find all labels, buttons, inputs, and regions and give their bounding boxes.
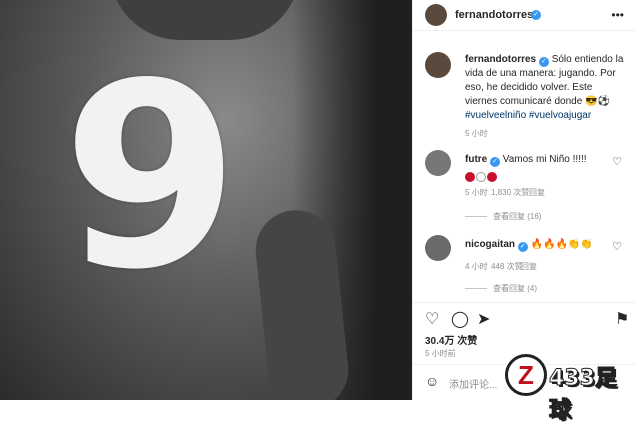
- caption-username[interactable]: fernandotorres: [465, 54, 536, 65]
- post-photo[interactable]: 9: [0, 0, 412, 400]
- emoji-icon[interactable]: ☺: [425, 373, 439, 389]
- view-replies-text: 查看回复 (16): [493, 212, 542, 221]
- comment-text: 🔥🔥🔥👏👏: [530, 239, 593, 250]
- bookmark-icon[interactable]: ⚑: [615, 309, 629, 329]
- replies-line: [465, 288, 487, 290]
- post-time: 5 小时前: [425, 349, 456, 358]
- caption-hashtags[interactable]: #vuelveelniño #vuelvoajugar: [465, 110, 591, 121]
- verified-icon: ✓: [531, 10, 541, 20]
- caption: fernandotorres ✓ Sólo entiendo la vida d…: [465, 53, 625, 123]
- comment-avatar-nicogaitan[interactable]: [425, 235, 451, 261]
- view-replies-link[interactable]: 查看回复 (4): [465, 283, 537, 294]
- comment-nicogaitan: nicogaitan ✓ 🔥🔥🔥👏👏: [465, 238, 605, 252]
- comment-futre: futre ✓ Vamos mi Niño !!!!!: [465, 153, 605, 167]
- comment-likes[interactable]: 1,830 次赞: [491, 187, 529, 198]
- comment-reply-link[interactable]: 回复: [521, 261, 537, 272]
- comment-verified-icon: ✓: [490, 157, 501, 167]
- header-username[interactable]: fernandotorres: [455, 9, 533, 21]
- caption-avatar[interactable]: [425, 52, 451, 78]
- more-options-icon[interactable]: •••: [611, 8, 624, 22]
- watermark-brand: 433足球: [549, 366, 618, 424]
- comment-verified-icon: ✓: [517, 242, 528, 252]
- header-divider: [413, 30, 636, 31]
- comment-bubble-icon[interactable]: ◯: [451, 309, 469, 329]
- comment-text: Vamos mi Niño !!!!!: [502, 154, 587, 165]
- comment-reply-link[interactable]: 回复: [529, 187, 545, 198]
- header-avatar[interactable]: [425, 4, 447, 26]
- comment-likes[interactable]: 448 次赞: [491, 261, 523, 272]
- like-count[interactable]: 30.4万 次赞: [425, 332, 477, 347]
- red-circle-icon: [465, 171, 475, 182]
- comment-time: 5 小时: [465, 188, 488, 197]
- red-circle-icon: [487, 171, 497, 182]
- comment-input[interactable]: 添加评论...: [449, 376, 497, 391]
- comment-like-icon[interactable]: ♡: [612, 155, 622, 168]
- comment-emojis: [465, 168, 498, 186]
- post-side-panel: fernandotorres ✓ ••• fernandotorres ✓ Só…: [412, 0, 636, 400]
- comment-username[interactable]: futre: [465, 154, 487, 165]
- white-circle-icon: [476, 171, 486, 182]
- comment-time: 4 小时: [465, 262, 488, 271]
- caption-verified-icon: ✓: [538, 57, 549, 67]
- watermark-logo: Z: [505, 354, 547, 396]
- comment-like-icon[interactable]: ♡: [612, 240, 622, 253]
- view-replies-text: 查看回复 (4): [493, 284, 537, 293]
- share-send-icon[interactable]: ➤: [477, 309, 490, 329]
- view-replies-link[interactable]: 查看回复 (16): [465, 211, 541, 222]
- caption-time: 5 小时: [465, 129, 488, 138]
- actions-divider: [413, 302, 636, 303]
- site-watermark: Z 433足球: [505, 354, 633, 424]
- replies-line: [465, 216, 487, 218]
- shirt-number: 9: [62, 29, 239, 326]
- comment-username[interactable]: nicogaitan: [465, 239, 515, 250]
- comment-avatar-futre[interactable]: [425, 150, 451, 176]
- like-heart-icon[interactable]: ♡: [425, 309, 439, 329]
